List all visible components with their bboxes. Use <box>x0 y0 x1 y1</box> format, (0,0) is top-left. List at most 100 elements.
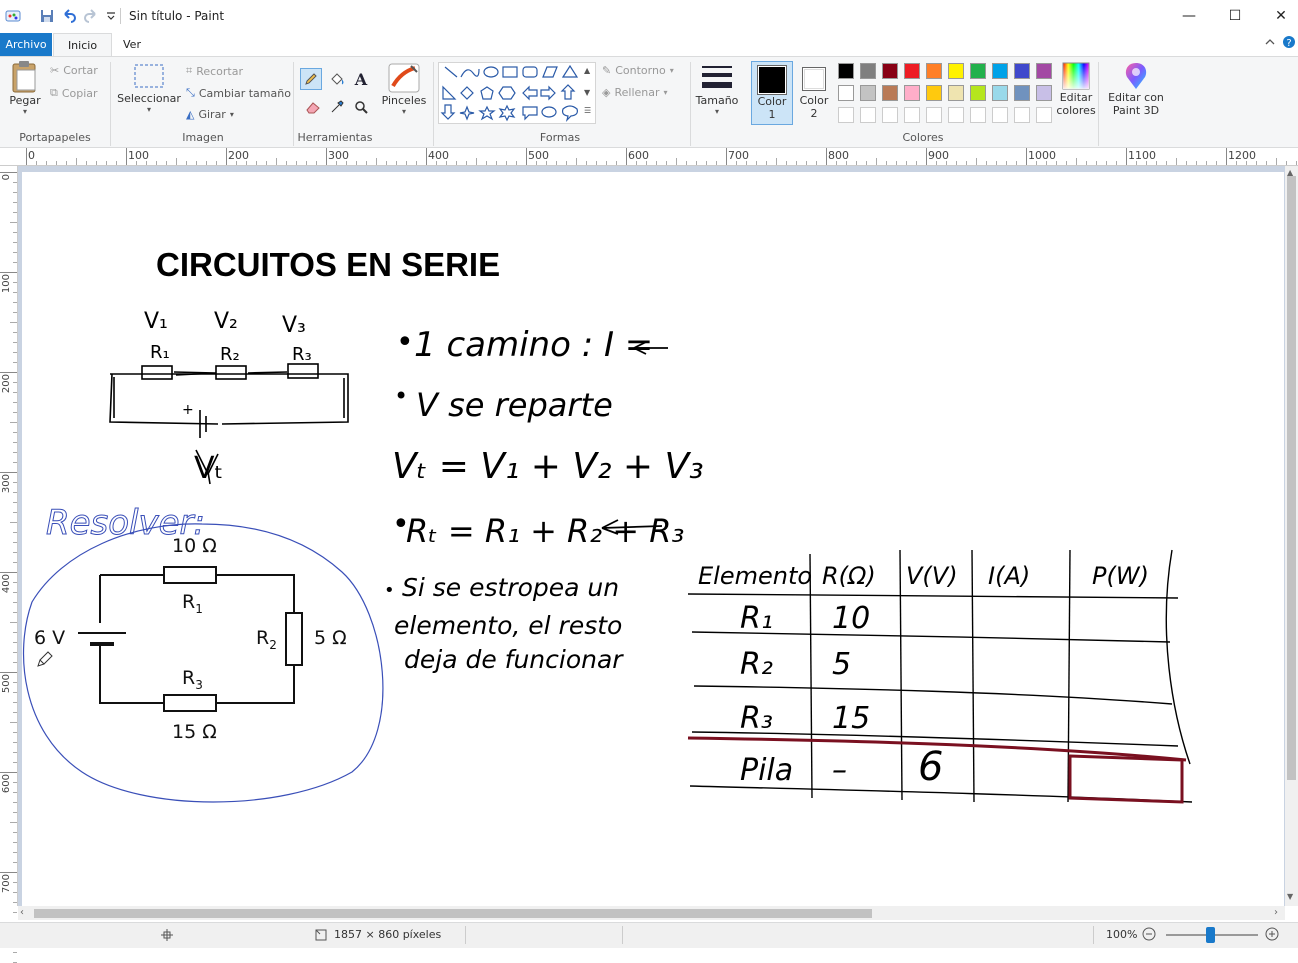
zoom-in-button[interactable] <box>1265 927 1279 944</box>
shapes-more-icon[interactable]: ☰ <box>584 106 591 115</box>
color1-button[interactable]: Color 1 <box>751 61 793 125</box>
eraser-tool[interactable] <box>302 96 324 118</box>
redo-icon[interactable] <box>82 7 100 25</box>
undo-icon[interactable] <box>60 7 78 25</box>
palette-color-2-6[interactable] <box>946 83 966 103</box>
color-picker-tool[interactable] <box>326 96 348 118</box>
ruler-minor-tick <box>13 252 17 253</box>
palette-color-3-6[interactable] <box>946 105 966 125</box>
save-icon[interactable] <box>38 7 56 25</box>
palette-color-3-9[interactable] <box>1012 105 1032 125</box>
palette-color-2-10[interactable] <box>1034 83 1054 103</box>
palette-color-2-4[interactable] <box>902 83 922 103</box>
ruler-minor-tick <box>1196 161 1197 165</box>
palette-color-2-5[interactable] <box>924 83 944 103</box>
palette-color-2-8[interactable] <box>990 83 1010 103</box>
customize-quick-access-icon[interactable] <box>102 7 120 25</box>
ruler-minor-tick <box>13 502 17 503</box>
maximize-button[interactable]: ☐ <box>1212 0 1258 32</box>
zoom-slider-thumb[interactable] <box>1206 927 1215 943</box>
vertical-scroll-thumb[interactable] <box>1287 176 1296 780</box>
crop-button[interactable]: ⌗ Recortar <box>186 64 243 78</box>
tab-file[interactable]: Archivo <box>0 33 52 56</box>
palette-color-1-4[interactable] <box>902 61 922 81</box>
ruler-minor-tick <box>1176 158 1177 165</box>
palette-color-2-2[interactable] <box>858 83 878 103</box>
text-tool[interactable]: A <box>350 68 372 90</box>
palette-color-3-5[interactable] <box>924 105 944 125</box>
palette-color-1-6[interactable] <box>946 61 966 81</box>
palette-color-1-7[interactable] <box>968 61 988 81</box>
palette-color-1-1[interactable] <box>836 61 856 81</box>
cut-button[interactable]: ✂ Cortar <box>50 64 98 77</box>
palette-color-3-3[interactable] <box>880 105 900 125</box>
ruler-minor-tick <box>846 161 847 165</box>
fill-button[interactable]: ◈ Rellenar ▾ <box>602 86 668 99</box>
color2-button[interactable]: Color 2 <box>795 61 833 125</box>
pencil-tool[interactable] <box>300 68 322 90</box>
ruler-tick <box>1126 148 1127 165</box>
palette-swatch <box>1014 85 1030 101</box>
ruler-minor-tick <box>856 161 857 165</box>
ruler-minor-tick <box>13 242 17 243</box>
scroll-left-icon[interactable]: ‹ <box>20 907 24 918</box>
note-bullet-5: • <box>384 580 395 601</box>
help-icon[interactable]: ? <box>1282 35 1296 52</box>
close-button[interactable]: ✕ <box>1258 0 1298 32</box>
ruler-minor-tick <box>866 161 867 165</box>
ruler-minor-tick <box>176 158 177 165</box>
shapes-gallery[interactable] <box>438 62 596 124</box>
palette-color-3-8[interactable] <box>990 105 1010 125</box>
ruler-minor-tick <box>586 161 587 165</box>
palette-color-3-4[interactable] <box>902 105 922 125</box>
crop-icon: ⌗ <box>186 64 193 77</box>
line-size-icon <box>702 66 732 88</box>
brushes-button[interactable]: Pinceles ▾ <box>380 62 428 124</box>
palette-color-3-2[interactable] <box>858 105 878 125</box>
shapes-scroll-down-icon[interactable]: ▼ <box>584 88 590 97</box>
palette-color-1-9[interactable] <box>1012 61 1032 81</box>
tab-view[interactable]: Ver <box>112 33 152 56</box>
select-button[interactable]: Seleccionar ▾ <box>117 62 181 124</box>
shapes-scroll-up-icon[interactable]: ▲ <box>584 66 590 75</box>
fill-tool[interactable] <box>326 68 348 90</box>
palette-swatch <box>838 107 854 123</box>
ruler-minor-tick <box>13 792 17 793</box>
minimize-button[interactable]: — <box>1166 0 1212 32</box>
palette-color-1-8[interactable] <box>990 61 1010 81</box>
magnifier-tool[interactable] <box>350 96 372 118</box>
palette-color-3-10[interactable] <box>1034 105 1054 125</box>
palette-color-2-1[interactable] <box>836 83 856 103</box>
edit-with-paint3d-button[interactable]: Editar con Paint 3D <box>1104 61 1168 127</box>
palette-color-3-7[interactable] <box>968 105 988 125</box>
palette-color-2-3[interactable] <box>880 83 900 103</box>
scroll-right-icon[interactable]: › <box>1274 907 1278 918</box>
horizontal-scroll-thumb[interactable] <box>34 909 872 918</box>
paint-app-icon[interactable] <box>4 7 22 25</box>
ruler-minor-tick <box>1036 161 1037 165</box>
drawing-canvas[interactable]: CIRCUITOS EN SERIE V₁ V₂ V₃ R₁ R₂ R₃ + V… <box>22 172 1284 906</box>
palette-color-1-10[interactable] <box>1034 61 1054 81</box>
ruler-label: 400 <box>1 574 12 594</box>
rotate-button[interactable]: ◭ Girar ▾ <box>186 108 234 121</box>
palette-color-2-9[interactable] <box>1012 83 1032 103</box>
vertical-scrollbar[interactable]: ▲ ▼ <box>1285 166 1298 906</box>
palette-color-1-5[interactable] <box>924 61 944 81</box>
scroll-down-icon[interactable]: ▼ <box>1287 892 1293 901</box>
palette-color-1-2[interactable] <box>858 61 878 81</box>
palette-color-2-7[interactable] <box>968 83 988 103</box>
edit-colors-button[interactable]: Editar colores <box>1056 61 1096 127</box>
resize-button[interactable]: ⤡ Cambiar tamaño <box>186 86 291 100</box>
tab-home[interactable]: Inicio <box>53 33 112 57</box>
collapse-ribbon-icon[interactable] <box>1264 36 1276 51</box>
horizontal-scrollbar[interactable]: ‹ › <box>18 906 1285 920</box>
outline-button[interactable]: ✎ Contorno ▾ <box>602 64 674 77</box>
zoom-out-button[interactable] <box>1142 927 1156 944</box>
size-button[interactable]: Tamaño ▾ <box>694 62 740 124</box>
ruler-label: 300 <box>1 474 12 494</box>
color2-frame <box>802 67 826 91</box>
paste-button[interactable]: Pegar ▾ <box>6 60 44 124</box>
copy-button[interactable]: ⧉ Copiar <box>50 86 98 100</box>
palette-color-1-3[interactable] <box>880 61 900 81</box>
palette-color-3-1[interactable] <box>836 105 856 125</box>
